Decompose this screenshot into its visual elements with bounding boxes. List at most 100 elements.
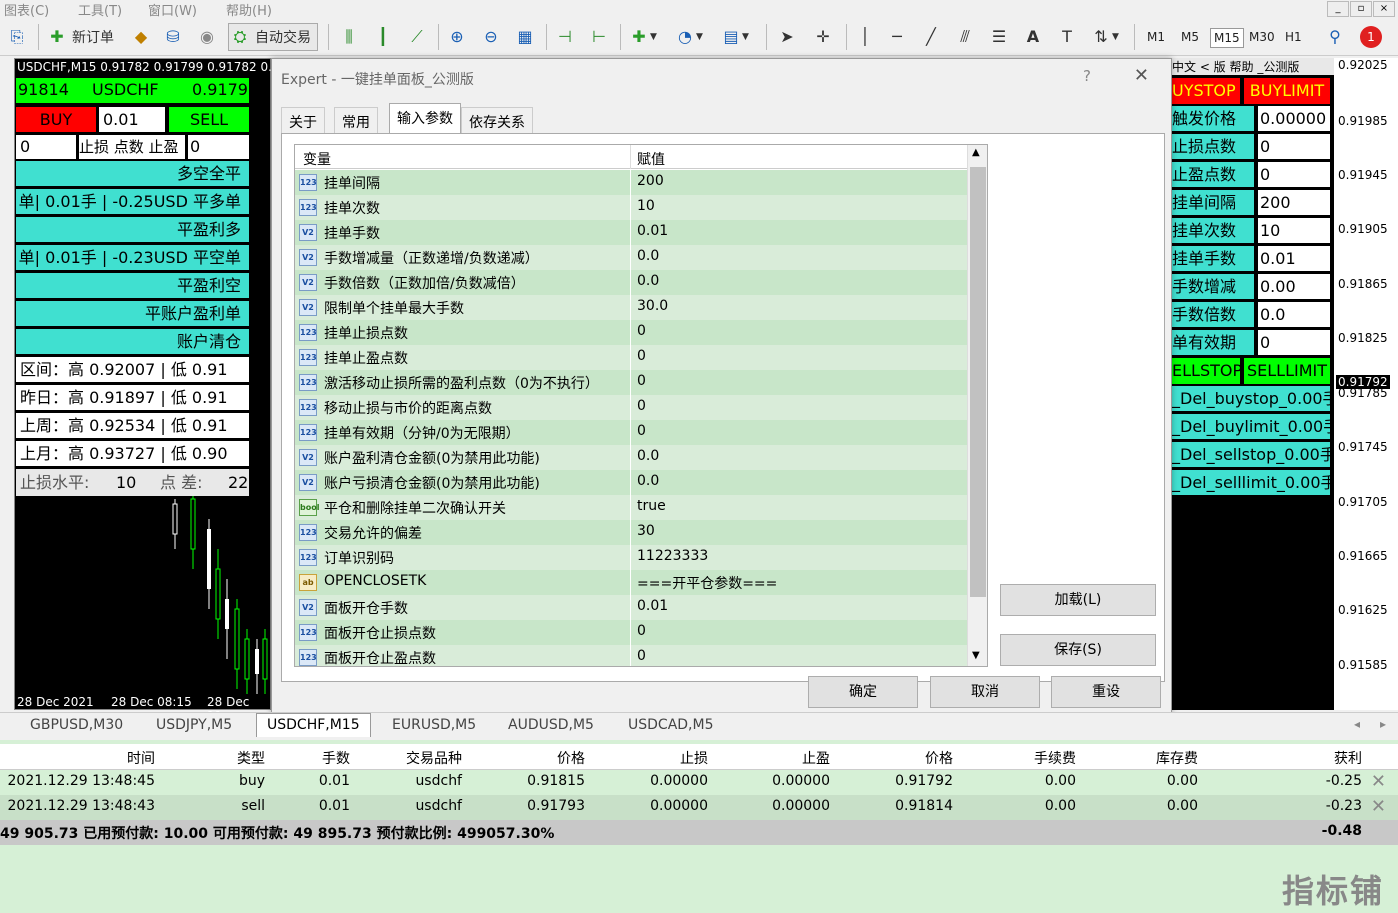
notification-icon[interactable]: 1: [1360, 23, 1382, 51]
tab-inputs[interactable]: 输入参数: [389, 103, 461, 134]
param-value[interactable]: 0: [637, 648, 646, 664]
param-row[interactable]: V2 手数增减量（正数递增/负数递减） 0.0: [295, 245, 967, 270]
buylimit-button[interactable]: BUYLIMIT: [1244, 78, 1330, 104]
selllimit-button[interactable]: SELLLIMIT: [1244, 358, 1330, 384]
column-header[interactable]: 价格: [557, 748, 585, 768]
chart-tab[interactable]: USDCAD,M5: [628, 717, 713, 733]
param-row[interactable]: V2 手数倍数（正数加倍/负数减倍） 0.0: [295, 270, 967, 295]
param-value[interactable]: 0.0: [637, 473, 659, 489]
buy-button[interactable]: BUY: [16, 107, 96, 132]
column-header[interactable]: 获利: [1334, 748, 1362, 768]
close-profit-sell-button[interactable]: 平盈利空: [16, 273, 249, 298]
param-row[interactable]: 123 订单识别码 11223333: [295, 545, 967, 570]
close-buy-button[interactable]: 单| 0.01手 | -0.25USD 平多单: [16, 189, 249, 214]
column-header[interactable]: 价格: [925, 748, 953, 768]
channel-icon[interactable]: ⫻: [954, 23, 976, 51]
param-row[interactable]: V2 面板开仓手数 0.01: [295, 595, 967, 620]
menu-chart[interactable]: 图表(C): [4, 0, 49, 19]
param-value[interactable]: 0: [637, 398, 646, 414]
scroll-up-icon[interactable]: ▲: [972, 147, 980, 158]
param-row[interactable]: 123 面板开仓止盈点数 0: [295, 645, 967, 666]
param-input[interactable]: 0.00: [1258, 274, 1330, 299]
param-value[interactable]: 200: [637, 173, 664, 189]
menu-tools[interactable]: 工具(T): [78, 0, 122, 19]
timeframe-m30[interactable]: M30: [1246, 28, 1278, 46]
param-row[interactable]: bool 平仓和删除挂单二次确认开关 true: [295, 495, 967, 520]
line-chart-icon[interactable]: ⟋: [406, 23, 428, 51]
timeframe-h1[interactable]: H1: [1282, 28, 1305, 46]
trend-line-icon[interactable]: ╱: [920, 23, 942, 51]
restore-button[interactable]: ▫: [1350, 1, 1372, 17]
candle-chart-icon[interactable]: ┃: [372, 23, 394, 51]
delete-selllimit-button[interactable]: _Del_selllimit_0.00手: [1172, 470, 1330, 495]
market-icon[interactable]: ◉: [196, 23, 218, 51]
text-label-icon[interactable]: T: [1056, 23, 1078, 51]
menu-help[interactable]: 帮助(H): [226, 0, 272, 19]
chart-area-right[interactable]: 中文 < 版 帮助 _公测版 UYSTOP BUYLIMIT 触发价格 0.00…: [1172, 58, 1334, 710]
column-header[interactable]: 时间: [127, 748, 155, 768]
cursor-icon[interactable]: ➤: [776, 23, 798, 51]
ok-button[interactable]: 确定: [808, 676, 918, 708]
param-value[interactable]: 0: [637, 348, 646, 364]
close-sell-button[interactable]: 单| 0.01手 | -0.23USD 平空单: [16, 245, 249, 270]
tab-common[interactable]: 常用: [334, 107, 378, 133]
vertical-line-icon[interactable]: │: [854, 23, 876, 51]
search-icon[interactable]: ⚲: [1324, 23, 1346, 51]
param-value[interactable]: 30: [637, 523, 655, 539]
close-button[interactable]: ×: [1373, 1, 1395, 17]
param-row[interactable]: 123 移动止损与市价的距离点数 0: [295, 395, 967, 420]
param-row[interactable]: 123 挂单次数 10: [295, 195, 967, 220]
param-value[interactable]: 0: [637, 623, 646, 639]
param-value[interactable]: 0: [637, 423, 646, 439]
trade-row[interactable]: 2021.12.29 13:48:43 sell 0.01 usdchf 0.91793…: [0, 795, 1398, 820]
bar-chart-icon[interactable]: ⫼: [338, 23, 360, 51]
chart-shift-icon[interactable]: ⊣: [554, 23, 576, 51]
param-input[interactable]: 0.01: [1258, 246, 1330, 271]
scroll-thumb[interactable]: [970, 167, 986, 597]
profile-icon[interactable]: ⎘: [6, 23, 28, 51]
cancel-button[interactable]: 取消: [930, 676, 1040, 708]
tab-scroll-right-icon[interactable]: ▸: [1380, 717, 1386, 731]
param-row[interactable]: 123 挂单止盈点数 0: [295, 345, 967, 370]
param-row[interactable]: 123 面板开仓止损点数 0: [295, 620, 967, 645]
close-account-all-button[interactable]: 账户清仓: [16, 329, 249, 354]
timeframe-m1[interactable]: M1: [1144, 28, 1168, 46]
arrows-icon[interactable]: ⇅ ▼: [1090, 23, 1119, 51]
column-header[interactable]: 止盈: [802, 748, 830, 768]
tp-input[interactable]: 0: [188, 135, 249, 159]
chart-tab[interactable]: USDJPY,M5: [156, 717, 232, 733]
text-icon[interactable]: A: [1022, 23, 1044, 51]
help-button[interactable]: ?: [1083, 67, 1091, 85]
sell-button[interactable]: SELL: [169, 107, 249, 132]
param-value[interactable]: 0.01: [637, 598, 668, 614]
scrollbar[interactable]: ▲ ▼: [967, 145, 987, 666]
param-row[interactable]: 123 挂单间隔 200: [295, 170, 967, 195]
delete-sellstop-button[interactable]: _Del_sellstop_0.00手: [1172, 442, 1330, 467]
save-button[interactable]: 保存(S): [1000, 634, 1156, 666]
param-row[interactable]: V2 限制单个挂单最大手数 30.0: [295, 295, 967, 320]
sellstop-button[interactable]: ELLSTOP: [1172, 358, 1240, 384]
param-row[interactable]: V2 账户亏损清仓金额(0为禁用此功能) 0.0: [295, 470, 967, 495]
tab-scroll-left-icon[interactable]: ◂: [1354, 717, 1360, 731]
history-icon[interactable]: ⛁: [162, 23, 184, 51]
timeframe-m15[interactable]: M15: [1210, 28, 1244, 48]
param-value[interactable]: 0.0: [637, 273, 659, 289]
param-row[interactable]: 123 挂单有效期（分钟/0为无限期） 0: [295, 420, 967, 445]
chart-tab-active[interactable]: USDCHF,M15: [256, 713, 371, 737]
param-value[interactable]: 30.0: [637, 298, 668, 314]
crosshair-icon[interactable]: ✛: [812, 23, 834, 51]
param-input[interactable]: 0.0: [1258, 302, 1330, 327]
tab-about[interactable]: 关于: [281, 107, 325, 133]
close-order-icon[interactable]: ✕: [1371, 771, 1386, 792]
tab-dependencies[interactable]: 依存关系: [461, 107, 533, 133]
menu-window[interactable]: 窗口(W): [148, 0, 197, 19]
column-header[interactable]: 交易品种: [406, 748, 462, 768]
reset-button[interactable]: 重设: [1051, 676, 1161, 708]
templates-icon[interactable]: ▤ ▼: [720, 23, 748, 51]
scroll-down-icon[interactable]: ▼: [972, 650, 980, 661]
param-row[interactable]: 123 挂单止损点数 0: [295, 320, 967, 345]
param-value[interactable]: 0.0: [637, 248, 659, 264]
param-input[interactable]: 10: [1258, 218, 1330, 243]
close-profit-buy-button[interactable]: 平盈利多: [16, 217, 249, 242]
param-value[interactable]: 11223333: [637, 548, 708, 564]
